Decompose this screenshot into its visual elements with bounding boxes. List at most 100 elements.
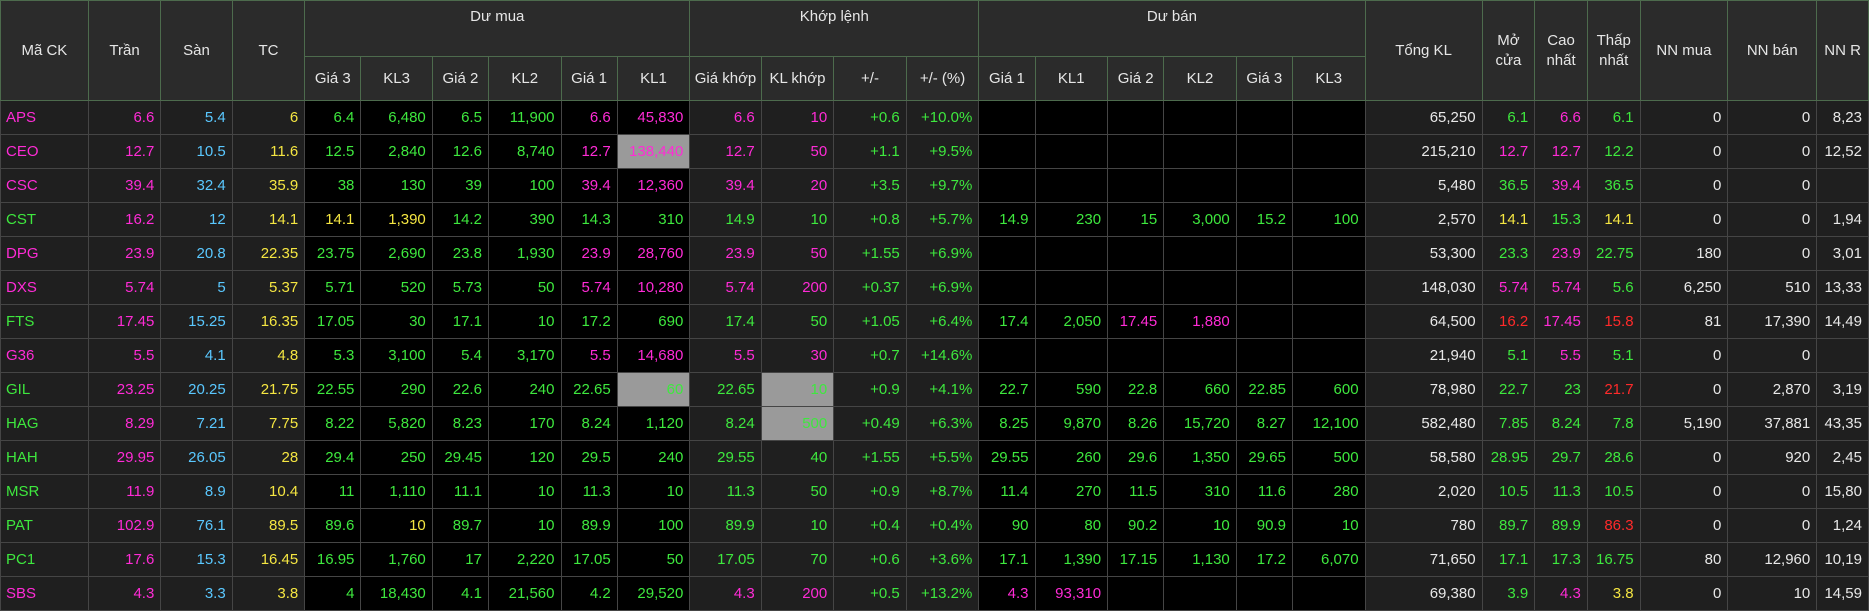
- cell-foreign-buy: 0: [1639, 474, 1729, 509]
- header-floor[interactable]: Sàn: [160, 0, 233, 101]
- cell-buy-vol-1: 100: [616, 508, 691, 543]
- cell-sell-vol-3: 500: [1291, 440, 1366, 475]
- header-sell-group: Dư bán: [978, 0, 1366, 57]
- cell-buy-price-2: 5.4: [431, 338, 489, 373]
- table-row[interactable]: MSR 11.9 8.9 10.4 11 1,110 11.1 10 11.3 10 11.3 50 +…: [0, 474, 1869, 509]
- table-row[interactable]: CSC 39.4 32.4 35.9 38 130 39 100 39.4 12,360 39.4 2…: [0, 168, 1869, 203]
- cell-symbol[interactable]: PC1: [0, 542, 89, 577]
- cell-symbol[interactable]: DXS: [0, 270, 89, 305]
- cell-sell-vol-2: 15,720: [1163, 406, 1237, 441]
- cell-change-percent: +9.5%: [905, 134, 980, 169]
- header-buy-vol-3[interactable]: KL3: [360, 56, 433, 101]
- cell-symbol[interactable]: CST: [0, 202, 89, 237]
- header-buy-vol-1[interactable]: KL1: [616, 56, 691, 101]
- cell-sell-price-1: 17.1: [978, 542, 1036, 577]
- cell-low: 15.8: [1586, 304, 1641, 339]
- cell-change-percent: +0.4%: [905, 508, 980, 543]
- header-buy-price-2[interactable]: Giá 2: [431, 56, 489, 101]
- cell-symbol[interactable]: HAH: [0, 440, 89, 475]
- cell-symbol[interactable]: HAG: [0, 406, 89, 441]
- cell-buy-vol-3: 520: [360, 270, 433, 305]
- cell-high: 4.3: [1534, 576, 1588, 611]
- cell-floor: 15.3: [160, 542, 233, 577]
- header-buy-vol-2[interactable]: KL2: [487, 56, 562, 101]
- header-sell-vol-3[interactable]: KL3: [1291, 56, 1366, 101]
- table-row[interactable]: G36 5.5 4.1 4.8 5.3 3,100 5.4 3,170 5.5 14,680 5.5…: [0, 338, 1869, 373]
- cell-match-price: 12.7: [689, 134, 762, 169]
- cell-foreign-buy: 6,250: [1639, 270, 1729, 305]
- cell-symbol[interactable]: APS: [0, 100, 89, 135]
- cell-buy-price-2: 6.5: [431, 100, 489, 135]
- cell-symbol[interactable]: CSC: [0, 168, 89, 203]
- table-row[interactable]: SBS 4.3 3.3 3.8 4 18,430 4.1 21,560 4.2 29,520 4.3…: [0, 576, 1869, 611]
- header-sell-vol-1[interactable]: KL1: [1034, 56, 1109, 101]
- cell-sell-vol-2: 1,130: [1163, 542, 1237, 577]
- cell-foreign-room: 1,94: [1816, 202, 1869, 237]
- cell-low: 28.6: [1586, 440, 1641, 475]
- cell-buy-vol-2: 170: [487, 406, 562, 441]
- table-row[interactable]: CEO 12.7 10.5 11.6 12.5 2,840 12.6 8,740 12.7 138…: [0, 134, 1869, 169]
- cell-ceiling: 23.25: [87, 372, 162, 407]
- cell-floor: 5.4: [160, 100, 233, 135]
- cell-symbol[interactable]: FTS: [0, 304, 89, 339]
- cell-symbol[interactable]: MSR: [0, 474, 89, 509]
- header-low[interactable]: Thấp nhất: [1586, 0, 1641, 101]
- cell-symbol[interactable]: DPG: [0, 236, 89, 271]
- table-row[interactable]: CST 16.2 12 14.1 14.1 1,390 14.2 390 14.3 310 14.9…: [0, 202, 1869, 237]
- cell-foreign-room: 43,35: [1816, 406, 1869, 441]
- header-buy-price-1[interactable]: Giá 1: [560, 56, 618, 101]
- header-foreign-sell[interactable]: NN bán: [1727, 0, 1818, 101]
- cell-symbol[interactable]: PAT: [0, 508, 89, 543]
- header-foreign-buy[interactable]: NN mua: [1639, 0, 1729, 101]
- cell-low: 14.1: [1586, 202, 1641, 237]
- cell-buy-price-3: 14.1: [304, 202, 362, 237]
- table-row[interactable]: FTS 17.45 15.25 16.35 17.05 30 17.1 10 17.2 690 17…: [0, 304, 1869, 339]
- header-open[interactable]: Mở cửa: [1481, 0, 1536, 101]
- header-sell-vol-2[interactable]: KL2: [1163, 56, 1237, 101]
- header-sell-price-1[interactable]: Giá 1: [978, 56, 1036, 101]
- header-sell-price-3[interactable]: Giá 3: [1235, 56, 1293, 101]
- header-change[interactable]: +/-: [833, 56, 907, 101]
- cell-total-volume: 71,650: [1364, 542, 1483, 577]
- cell-symbol[interactable]: SBS: [0, 576, 89, 611]
- cell-buy-vol-1: 50: [616, 542, 691, 577]
- cell-match-volume: 50: [760, 474, 835, 509]
- cell-sell-vol-1: 9,870: [1034, 406, 1109, 441]
- cell-buy-vol-3: 290: [360, 372, 433, 407]
- cell-buy-price-2: 29.45: [431, 440, 489, 475]
- header-sell-price-2[interactable]: Giá 2: [1107, 56, 1165, 101]
- cell-sell-vol-1: 2,050: [1034, 304, 1109, 339]
- table-row[interactable]: GIL 23.25 20.25 21.75 22.55 290 22.6 240 22.65 60…: [0, 372, 1869, 407]
- table-row[interactable]: DXS 5.74 5 5.37 5.71 520 5.73 50 5.74 10,280 5.74 2…: [0, 270, 1869, 305]
- cell-sell-vol-2: [1163, 236, 1237, 271]
- cell-match-price: 6.6: [689, 100, 762, 135]
- cell-buy-price-1: 17.05: [560, 542, 618, 577]
- cell-buy-price-1: 14.3: [560, 202, 618, 237]
- cell-symbol[interactable]: GIL: [0, 372, 89, 407]
- header-reference[interactable]: TC: [231, 0, 306, 101]
- cell-foreign-sell: 0: [1727, 474, 1818, 509]
- header-buy-price-3[interactable]: Giá 3: [304, 56, 362, 101]
- cell-symbol[interactable]: G36: [0, 338, 89, 373]
- table-row[interactable]: HAH 29.95 26.05 28 29.4 250 29.45 120 29.5 240 29.…: [0, 440, 1869, 475]
- cell-sell-price-1: 11.4: [978, 474, 1036, 509]
- table-row[interactable]: PC1 17.6 15.3 16.45 16.95 1,760 17 2,220 17.05 50…: [0, 542, 1869, 577]
- header-high[interactable]: Cao nhất: [1534, 0, 1588, 101]
- cell-ceiling: 5.5: [87, 338, 162, 373]
- table-row[interactable]: APS 6.6 5.4 6 6.4 6,480 6.5 11,900 6.6 45,830 6.6 1…: [0, 100, 1869, 135]
- header-symbol[interactable]: Mã CK: [0, 0, 89, 101]
- cell-sell-price-1: 8.25: [978, 406, 1036, 441]
- header-total-volume[interactable]: Tổng KL: [1364, 0, 1483, 101]
- price-board-table: Mã CK Trần Sàn TC Dư mua Khớp lệnh Dư bá…: [0, 0, 1869, 611]
- cell-symbol[interactable]: CEO: [0, 134, 89, 169]
- header-match-price[interactable]: Giá khớp: [689, 56, 762, 101]
- table-row[interactable]: DPG 23.9 20.8 22.35 23.75 2,690 23.8 1,930 23.9 2…: [0, 236, 1869, 271]
- table-row[interactable]: PAT 102.9 76.1 89.5 89.6 10 89.7 10 89.9 100 89.9 1…: [0, 508, 1869, 543]
- header-ceiling[interactable]: Trần: [87, 0, 162, 101]
- cell-high: 17.45: [1534, 304, 1588, 339]
- header-match-volume[interactable]: KL khớp: [760, 56, 835, 101]
- table-row[interactable]: HAG 8.29 7.21 7.75 8.22 5,820 8.23 170 8.24 1,120…: [0, 406, 1869, 441]
- cell-sell-vol-2: 660: [1163, 372, 1237, 407]
- header-foreign-room[interactable]: NN R: [1816, 0, 1869, 101]
- header-change-percent[interactable]: +/- (%): [905, 56, 980, 101]
